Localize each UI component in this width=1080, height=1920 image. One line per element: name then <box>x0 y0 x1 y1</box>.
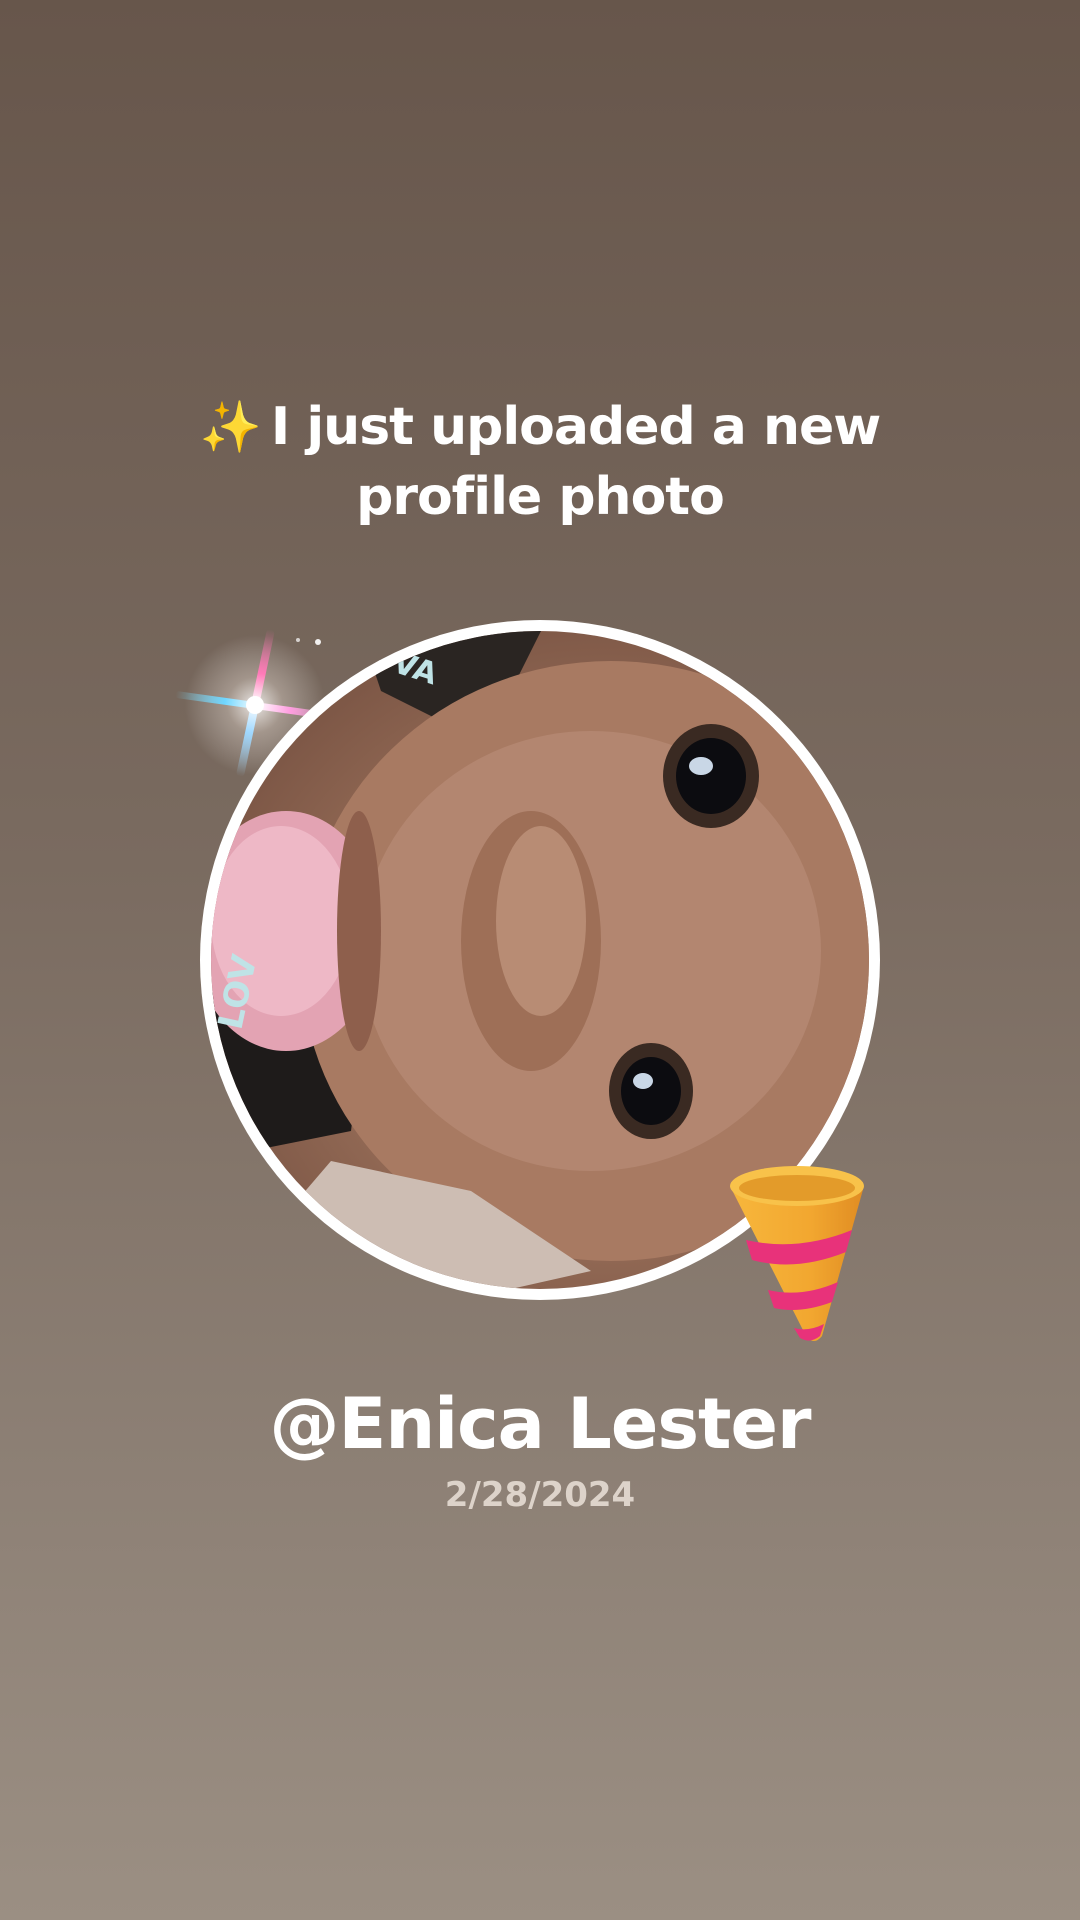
party-popper-icon <box>722 1160 872 1350</box>
post-date: 2/28/2024 <box>444 1475 636 1515</box>
username: @Enica Lester <box>269 1383 812 1465</box>
story-headline: ✨ I just uploaded a new profile photo <box>140 392 940 532</box>
headline-text: I just uploaded a new profile photo <box>270 397 881 527</box>
sparkles-icon: ✨ <box>199 398 262 456</box>
